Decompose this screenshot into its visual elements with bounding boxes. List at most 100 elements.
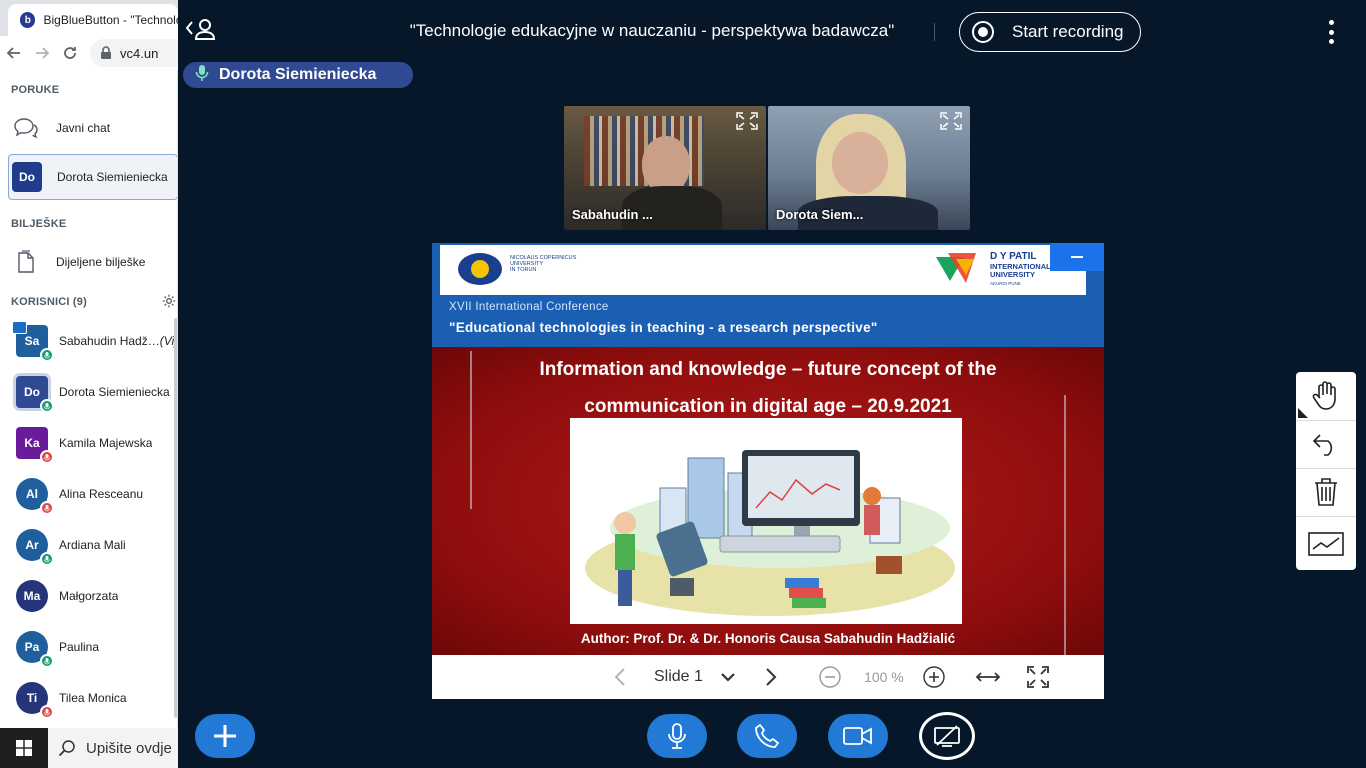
right-logo-subtitle: INTERNATIONAL UNIVERSITY [990, 262, 1051, 279]
windows-start-button[interactable] [0, 728, 48, 768]
user-list-item[interactable]: Ka Kamila Majewska [0, 420, 177, 466]
presenter-icon [12, 321, 27, 334]
browser-tab[interactable]: b BigBlueButton - "Technolo [8, 4, 178, 36]
left-logo-text: NICOLAUS COPERNICUS UNIVERSITY IN TORUŃ [510, 255, 577, 273]
conference-title: "Educational technologies in teaching - … [449, 320, 878, 335]
address-text: vc4.un [120, 45, 159, 61]
user-name: Ardiana Mali [59, 538, 126, 552]
back-arrow-icon[interactable] [0, 39, 28, 67]
gear-icon[interactable] [162, 294, 176, 313]
conference-label: XVII International Conference [449, 301, 609, 313]
slide-selector[interactable]: Slide 1 [654, 668, 735, 686]
microphone-button[interactable] [647, 714, 707, 758]
avatar: Pa [16, 631, 54, 668]
search-icon [58, 740, 75, 757]
talking-indicator[interactable]: Dorota Siemieniecka [183, 62, 413, 88]
presentation-slide[interactable]: NICOLAUS COPERNICUS UNIVERSITY IN TORUŃ … [432, 243, 1104, 655]
headphones-icon [40, 654, 54, 668]
next-slide-icon[interactable] [761, 668, 781, 686]
hand-pan-icon[interactable] [1296, 372, 1356, 421]
previous-slide-icon[interactable] [610, 668, 630, 686]
lock-icon [101, 46, 111, 59]
slide-selector-label: Slide 1 [654, 668, 703, 685]
avatar: Ar [16, 529, 54, 566]
avatar: Ma [16, 580, 48, 612]
shared-notes-item[interactable]: Dijeljene bilješke [8, 240, 177, 284]
user-list-item[interactable]: Sa Sabahudin Hadž…(Vi) [0, 318, 177, 364]
right-logo-location: AKURDI PUNE [990, 281, 1021, 286]
private-chat-item[interactable]: Do Dorota Siemieniecka [8, 154, 177, 200]
dot-icon [1328, 29, 1334, 35]
user-name: Kamila Majewska [59, 436, 152, 450]
user-name-text: Kamila Majewska [59, 436, 153, 450]
dot-icon [1328, 20, 1334, 25]
leave-audio-button[interactable] [737, 714, 797, 758]
right-logo-title: D Y PATIL [990, 251, 1037, 262]
avatar: Do [16, 376, 54, 413]
browser-tab-bar: b BigBlueButton - "Technolo [0, 0, 178, 36]
undo-icon[interactable] [1296, 420, 1356, 469]
corner-triangle-icon [1298, 408, 1308, 418]
taskbar-search-placeholder: Upišite ovdje [86, 739, 172, 757]
user-name-text: Sabahudin Hadž… [59, 334, 160, 348]
bigbluebutton-favicon-icon: b [20, 12, 36, 28]
webcam-tile[interactable]: Dorota Siem... [768, 106, 970, 230]
multi-user-whiteboard-icon[interactable] [1296, 520, 1356, 568]
notes-section-title: BILJEŠKE [11, 218, 67, 230]
user-list-item[interactable]: Ma Małgorzata [0, 573, 177, 619]
dy-patil-logo-icon [934, 249, 984, 294]
microphone-icon [668, 723, 686, 749]
meeting-area: "Technologie edukacyjne w nauczaniu - pe… [178, 0, 1366, 768]
title-divider [934, 23, 935, 41]
trash-icon[interactable] [1296, 468, 1356, 517]
slide-rule [1064, 395, 1066, 655]
actions-plus-button[interactable] [195, 714, 255, 758]
zoom-in-icon[interactable] [921, 666, 947, 688]
user-list-item[interactable]: Do Dorota Siemieniecka [0, 369, 177, 415]
zoom-level: 100 % [864, 669, 904, 685]
slide-heading-line: Information and knowledge – future conce… [539, 359, 997, 380]
user-name: Alina Resceanu [59, 487, 143, 501]
document-icon [8, 249, 44, 275]
fullscreen-icon[interactable] [1025, 666, 1051, 688]
user-name: Sabahudin Hadž…(Vi) [59, 334, 177, 348]
fit-width-icon[interactable] [975, 670, 1001, 684]
screen-share-button[interactable] [919, 712, 975, 760]
user-list-item[interactable]: Ti Tilea Monica [0, 675, 177, 721]
sidebar: PORUKE Javni chat Do Dorota Siemieniecka… [0, 70, 178, 728]
tab-title: BigBlueButton - "Technolo [43, 13, 178, 27]
headphones-icon [40, 552, 54, 566]
webcam-button[interactable] [828, 714, 888, 758]
zoom-out-icon[interactable] [817, 666, 843, 688]
chevron-down-icon [721, 673, 735, 682]
fullscreen-icon[interactable] [736, 112, 758, 135]
plus-icon [214, 725, 236, 747]
user-list-item[interactable]: Pa Paulina [0, 624, 177, 670]
avatar: Al [16, 478, 54, 515]
user-name-text: Paulina [59, 640, 100, 654]
user-list-item[interactable]: Ar Ardiana Mali [0, 522, 177, 568]
fullscreen-icon[interactable] [940, 112, 962, 135]
user-list-item[interactable]: Al Alina Resceanu [0, 471, 177, 517]
options-menu-button[interactable] [1322, 20, 1340, 44]
screen-share-off-icon [934, 725, 960, 747]
webcam-tile[interactable]: Sabahudin ... [564, 106, 766, 230]
avatar: Ka [16, 427, 54, 464]
university-seal-icon [458, 253, 502, 285]
address-bar[interactable]: vc4.un [90, 39, 178, 67]
microphone-icon [40, 399, 54, 413]
avatar: Ti [16, 682, 54, 719]
forward-arrow-icon[interactable] [28, 39, 56, 67]
record-label: Start recording [1012, 22, 1124, 41]
minimize-presentation-button[interactable] [1050, 243, 1104, 271]
slide-author: Author: Prof. Dr. & Dr. Honoris Causa Sa… [580, 631, 956, 646]
users-section-title: KORISNICI (9) [11, 296, 87, 308]
public-chat-item[interactable]: Javni chat [8, 106, 177, 150]
meeting-title: "Technologie edukacyjne w nauczaniu - pe… [409, 21, 895, 40]
browser-toolbar: vc4.un [0, 36, 178, 70]
start-recording-button[interactable]: Start recording [959, 12, 1141, 52]
reload-icon[interactable] [56, 39, 84, 67]
taskbar-search-box[interactable]: Upišite ovdje [48, 728, 178, 768]
phone-icon [755, 723, 780, 748]
chat-bubbles-icon [8, 117, 44, 139]
